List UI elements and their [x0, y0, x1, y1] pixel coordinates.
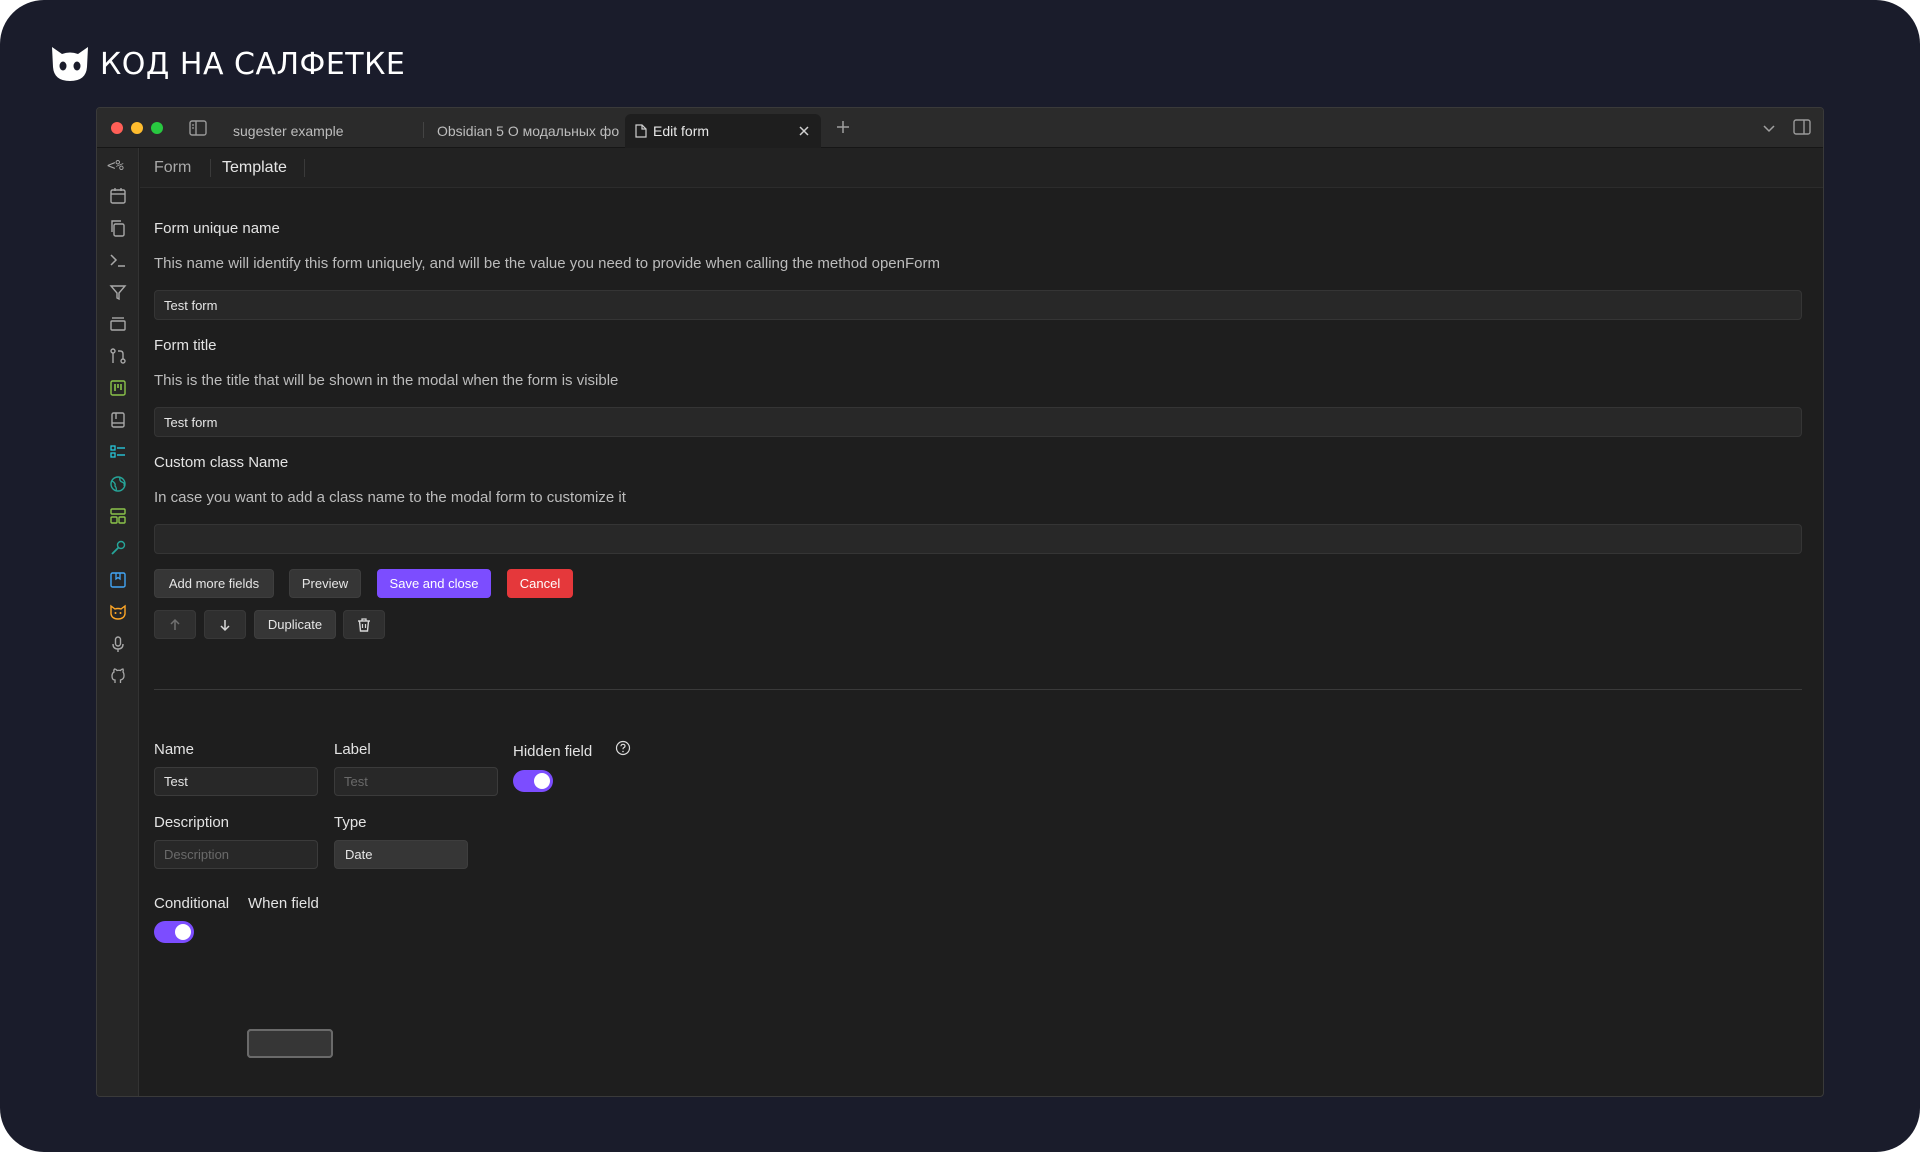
- form-title-label: Form title: [154, 337, 217, 354]
- ribbon: <%: [97, 148, 139, 1096]
- tab-label: Obsidian 5 О модальных фо...: [437, 123, 619, 139]
- bookmark-book-icon[interactable]: [108, 570, 128, 590]
- brand-title: КОД НА САЛФЕТКЕ: [100, 46, 406, 82]
- calendar-icon[interactable]: [108, 186, 128, 206]
- hidden-field-toggle[interactable]: [513, 770, 553, 792]
- arrow-down-icon: [220, 619, 230, 631]
- cat-icon[interactable]: [108, 602, 128, 622]
- window-controls: [111, 122, 163, 134]
- toggle-knob: [534, 773, 550, 789]
- wrench-icon[interactable]: [108, 538, 128, 558]
- duplicate-button[interactable]: Duplicate: [254, 610, 336, 639]
- screenshot-frame: КОД НА САЛФЕТКЕ sugester example Obsidia…: [0, 0, 1920, 1152]
- tab-obsidian-modal[interactable]: Obsidian 5 О модальных фо...: [427, 114, 619, 148]
- toggle-knob: [175, 924, 191, 940]
- tab-label: Edit form: [653, 123, 710, 139]
- tab-edit-form[interactable]: Edit form: [625, 114, 821, 148]
- cat-logo-icon: [52, 47, 88, 81]
- terminal-icon[interactable]: [108, 250, 128, 270]
- move-down-button[interactable]: [204, 610, 246, 639]
- filter-icon[interactable]: [108, 282, 128, 302]
- right-sidebar-toggle-icon[interactable]: [1793, 119, 1811, 135]
- field-description-input[interactable]: Description: [154, 840, 318, 869]
- copy-icon[interactable]: [108, 218, 128, 238]
- preview-button[interactable]: Preview: [289, 569, 361, 598]
- arrow-up-icon: [170, 618, 180, 630]
- delete-button[interactable]: [343, 610, 385, 639]
- trash-icon: [358, 617, 370, 632]
- conditional-label: Conditional: [154, 895, 230, 912]
- tab-template[interactable]: Template: [222, 148, 287, 188]
- minimize-window-button[interactable]: [131, 122, 143, 134]
- field-label-input[interactable]: Test: [334, 767, 498, 796]
- microphone-icon[interactable]: [108, 634, 128, 654]
- kanban-icon[interactable]: [108, 378, 128, 398]
- tab-label: sugester example: [233, 123, 344, 139]
- layout-dashboard-icon[interactable]: [108, 506, 128, 526]
- tab-divider: [304, 159, 305, 177]
- unique-name-input[interactable]: Test form: [154, 290, 1802, 320]
- custom-class-description: In case you want to add a class name to …: [154, 489, 626, 506]
- maximize-window-button[interactable]: [151, 122, 163, 134]
- field-name-input[interactable]: Test: [154, 767, 318, 796]
- tab-divider: [423, 122, 424, 138]
- form-title-description: This is the title that will be shown in …: [154, 372, 619, 389]
- field-type-label: Type: [334, 814, 367, 831]
- task-list-icon[interactable]: [108, 442, 128, 462]
- cancel-button[interactable]: Cancel: [507, 569, 573, 598]
- tab-divider: [210, 159, 211, 177]
- move-up-button[interactable]: [154, 610, 196, 639]
- unique-name-description: This name will identify this form unique…: [154, 255, 940, 272]
- git-compare-icon[interactable]: [108, 346, 128, 366]
- tab-form[interactable]: Form: [154, 148, 191, 188]
- when-field-label: When field: [248, 895, 319, 912]
- save-and-close-button[interactable]: Save and close: [377, 569, 491, 598]
- tab-sugester-example[interactable]: sugester example: [223, 114, 413, 148]
- when-field-select[interactable]: [247, 1029, 333, 1058]
- file-icon: [635, 124, 647, 138]
- obsidian-window: sugester example Obsidian 5 О модальных …: [96, 107, 1824, 1097]
- form-title-input[interactable]: Test form: [154, 407, 1802, 437]
- field-name-label: Name: [154, 741, 195, 758]
- field-divider: [154, 689, 1802, 690]
- left-sidebar-toggle-icon[interactable]: [189, 120, 207, 136]
- close-window-button[interactable]: [111, 122, 123, 134]
- book-icon[interactable]: [108, 410, 128, 430]
- custom-class-label: Custom class Name: [154, 454, 289, 471]
- slides-icon[interactable]: [108, 314, 128, 334]
- help-circle-icon[interactable]: [615, 740, 631, 756]
- globe-icon[interactable]: [108, 474, 128, 494]
- hidden-field-label: Hidden field: [513, 743, 593, 760]
- field-description-label: Description: [154, 814, 230, 831]
- view-header: Form Template: [140, 148, 1823, 188]
- chevron-down-icon[interactable]: [1762, 121, 1776, 135]
- close-icon[interactable]: [797, 124, 811, 138]
- add-more-fields-button[interactable]: Add more fields: [154, 569, 274, 598]
- plus-icon[interactable]: [835, 119, 851, 135]
- field-type-select[interactable]: Date: [334, 840, 468, 869]
- title-bar: sugester example Obsidian 5 О модальных …: [97, 108, 1823, 148]
- custom-class-input[interactable]: [154, 524, 1802, 554]
- form-editor: Form unique name This name will identify…: [140, 189, 1823, 1096]
- unique-name-label: Form unique name: [154, 220, 280, 237]
- github-icon[interactable]: [108, 666, 128, 686]
- field-label-label: Label: [334, 741, 371, 758]
- conditional-toggle[interactable]: [154, 921, 194, 943]
- templater-icon[interactable]: <%: [107, 158, 124, 174]
- brand: КОД НА САЛФЕТКЕ: [50, 44, 405, 84]
